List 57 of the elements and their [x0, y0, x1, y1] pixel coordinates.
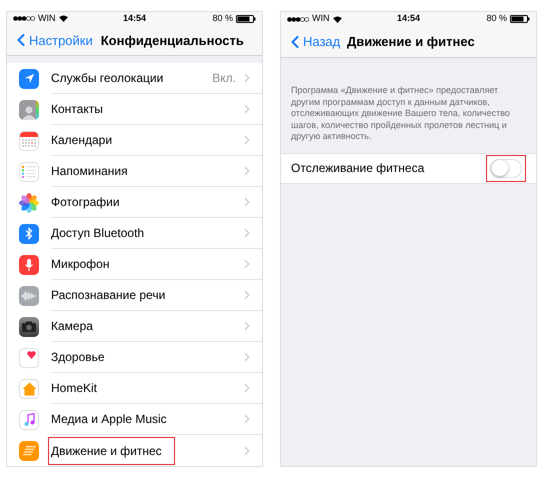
- row-label: Календари: [51, 132, 112, 149]
- row-label: Доступ Bluetooth: [51, 225, 144, 242]
- settings-row[interactable]: Фотографии: [7, 187, 262, 218]
- microphone-icon: [19, 254, 39, 274]
- settings-row[interactable]: Медиа и Apple Music: [7, 404, 262, 435]
- contact-silhouette-icon: [19, 100, 39, 120]
- carrier-name: WIN: [38, 12, 56, 25]
- settings-row[interactable]: Доступ Bluetooth: [7, 218, 262, 249]
- row-label: Распознавание речи: [51, 287, 166, 304]
- row-label: HomeKit: [51, 380, 98, 397]
- settings-row[interactable]: Микрофон: [7, 249, 262, 280]
- battery-percent: 80 %: [212, 12, 233, 25]
- row-label: Службы геолокации: [51, 70, 164, 87]
- settings-row[interactable]: Календари: [7, 125, 262, 156]
- house-icon: [19, 378, 39, 398]
- signal-icon: [287, 16, 309, 22]
- back-button[interactable]: Настройки: [11, 30, 93, 50]
- battery-icon: [510, 15, 530, 23]
- settings-row[interactable]: Распознавание речи: [7, 280, 262, 311]
- fitness-toggle[interactable]: [490, 158, 522, 178]
- description-text: Программа «Движение и фитнес» предоставляет другим программам доступ к данным датчиков, отслеживающих движение Вашего тела, количество шагов, количество пройденных пролетов лестниц и другую активность.: [290, 84, 511, 143]
- row-label: Медиа и Apple Music: [51, 411, 167, 428]
- music-note-icon: [19, 410, 39, 430]
- calendar-icon: [19, 130, 39, 150]
- list-icon: [19, 162, 39, 182]
- settings-row[interactable]: Здоровье: [7, 342, 262, 373]
- battery-percent: 80 %: [486, 12, 507, 26]
- speed-lines-icon: [19, 440, 39, 460]
- row-label: Контакты: [51, 101, 103, 118]
- bluetooth-icon: [19, 224, 39, 244]
- settings-row[interactable]: Напоминания: [7, 156, 262, 187]
- signal-icon: [13, 16, 35, 22]
- camera-icon: [19, 316, 39, 336]
- row-label: Движение и фитнес: [49, 438, 174, 464]
- sound-wave-icon: [19, 286, 39, 306]
- row-label: Камера: [51, 318, 93, 335]
- row-label: Напоминания: [51, 163, 128, 180]
- carrier-name: WIN: [312, 12, 330, 26]
- row-label: Фотографии: [51, 194, 120, 211]
- screen-title: Конфиденциальность: [100, 32, 244, 50]
- battery-icon: [236, 14, 256, 23]
- toggle-label: Отслеживание фитнеса: [291, 160, 424, 177]
- wifi-icon: [332, 16, 342, 22]
- settings-row[interactable]: Контакты: [7, 94, 262, 125]
- flower-icon: [19, 192, 39, 212]
- back-button[interactable]: Назад: [285, 32, 340, 52]
- screen-title: Движение и фитнес: [347, 32, 475, 51]
- status-time: 14:54: [122, 12, 146, 25]
- settings-row[interactable]: HomeKit: [7, 373, 262, 404]
- row-value: Вкл.: [212, 70, 236, 87]
- wifi-icon: [58, 15, 68, 22]
- row-label: Здоровье: [51, 349, 105, 366]
- settings-row[interactable]: Камера: [7, 311, 262, 342]
- settings-row[interactable]: Службы геолокации Вкл.: [7, 63, 262, 94]
- status-time: 14:54: [396, 12, 420, 26]
- row-label: Микрофон: [51, 256, 110, 273]
- settings-row[interactable]: Движение и фитнес: [7, 435, 262, 466]
